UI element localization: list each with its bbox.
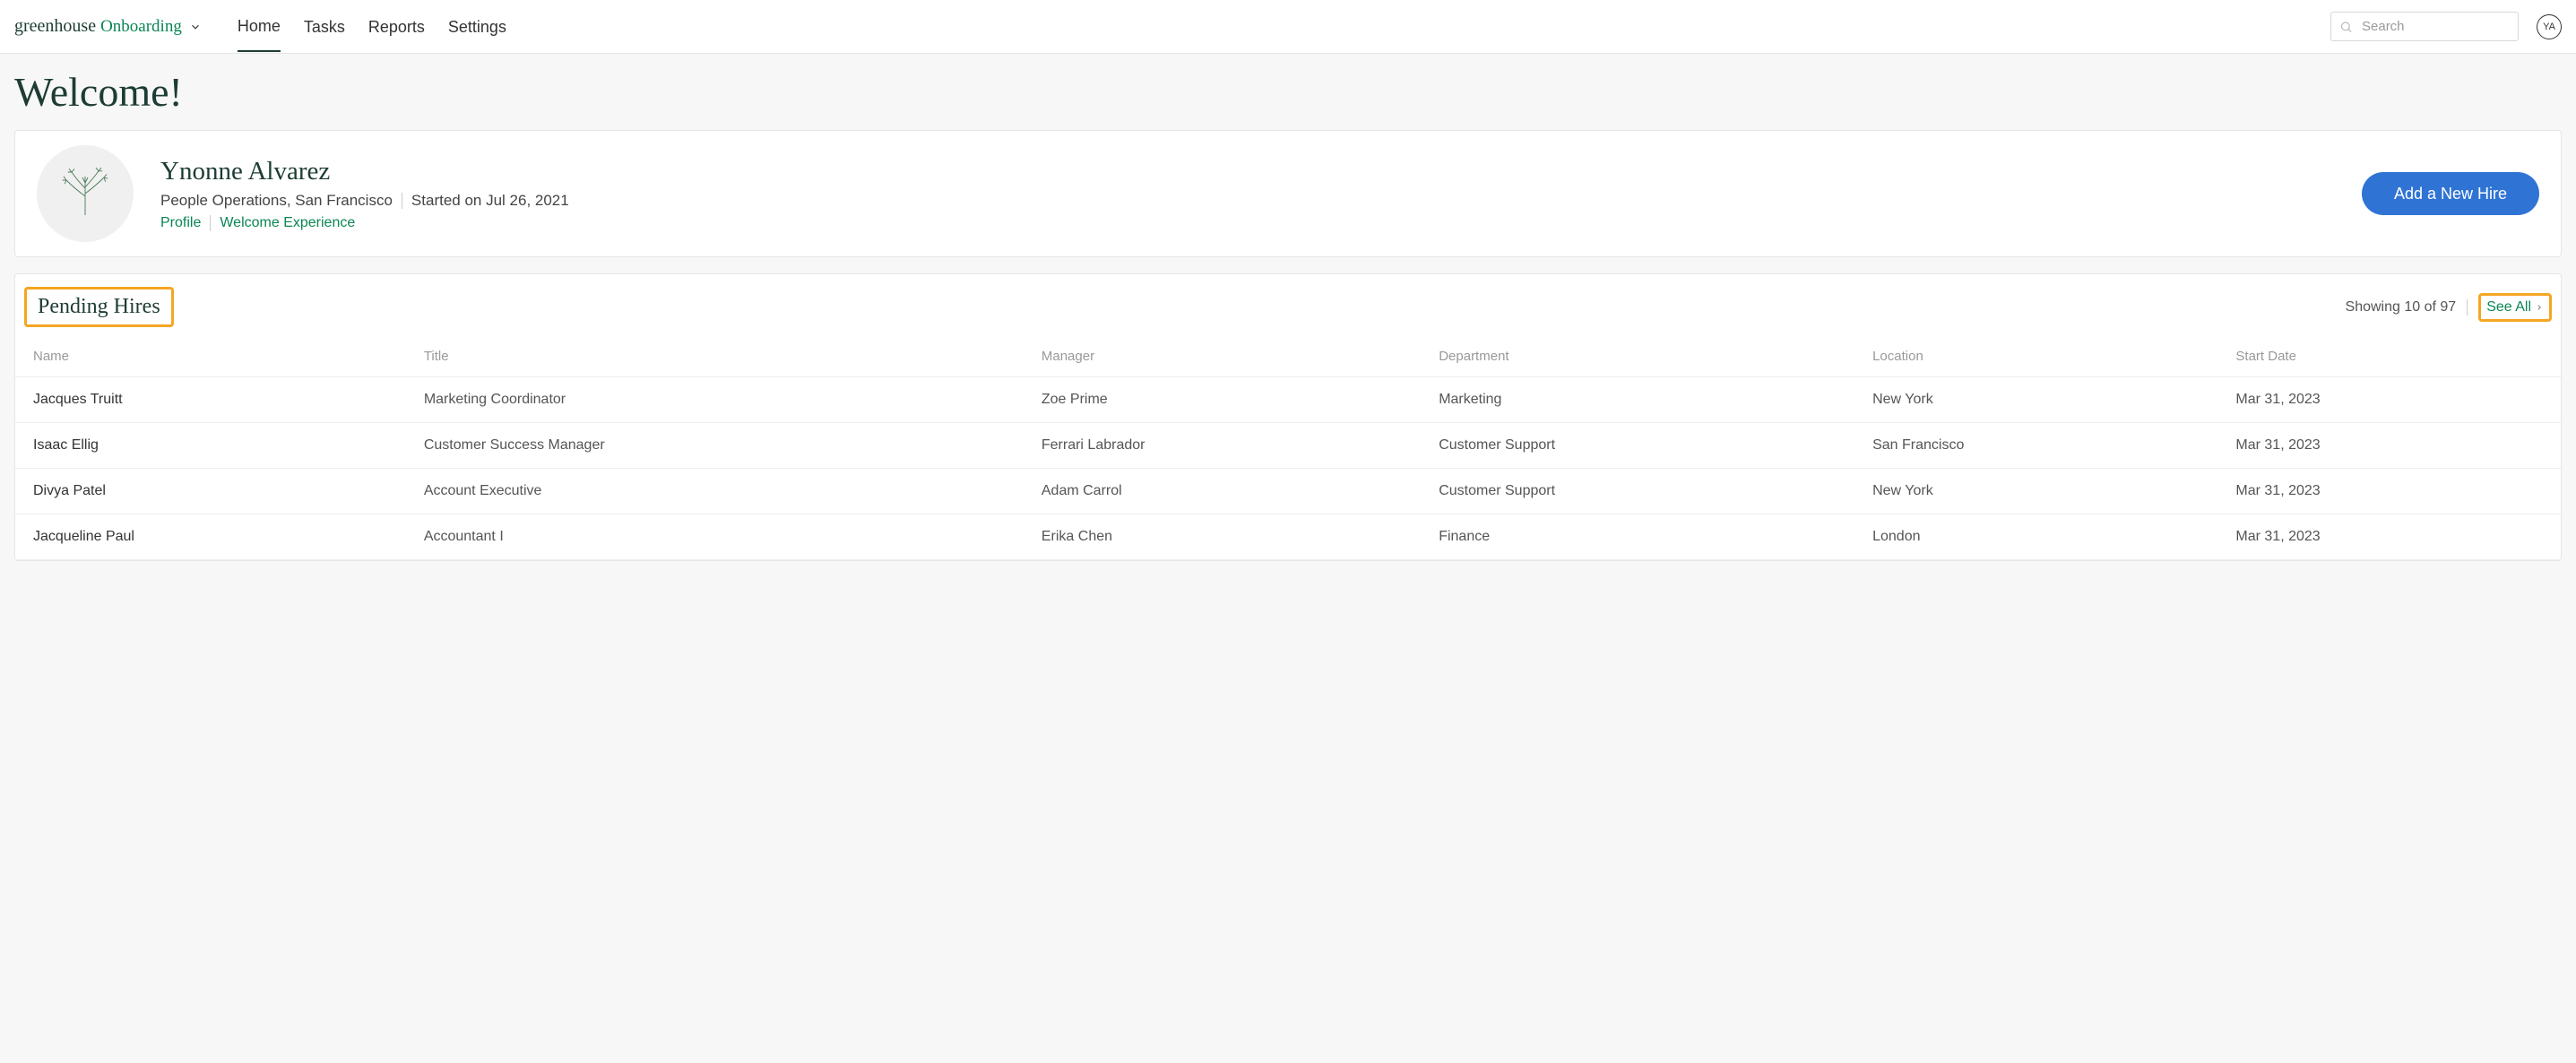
pending-hires-header: Pending Hires Showing 10 of 97 See All xyxy=(15,274,2561,336)
cell-manager: Zoe Prime xyxy=(1024,377,1421,423)
cell-location: New York xyxy=(1854,377,2217,423)
cell-name: Divya Patel xyxy=(15,469,406,514)
pending-hires-table: Name Title Manager Department Location S… xyxy=(15,336,2561,560)
col-department: Department xyxy=(1421,336,1854,377)
cell-start-date: Mar 31, 2023 xyxy=(2217,377,2561,423)
cell-title: Customer Success Manager xyxy=(406,423,1024,469)
cell-name: Isaac Ellig xyxy=(15,423,406,469)
col-start-date: Start Date xyxy=(2217,336,2561,377)
cell-start-date: Mar 31, 2023 xyxy=(2217,469,2561,514)
welcome-experience-link[interactable]: Welcome Experience xyxy=(220,215,355,231)
cell-department: Marketing xyxy=(1421,377,1854,423)
cell-manager: Erika Chen xyxy=(1024,514,1421,560)
table-row[interactable]: Divya PatelAccount ExecutiveAdam CarrolC… xyxy=(15,469,2561,514)
user-meta: People Operations, San Francisco Started… xyxy=(160,192,2335,210)
user-info: Ynonne Alvarez People Operations, San Fr… xyxy=(160,157,2335,231)
user-dept-loc: People Operations, San Francisco xyxy=(160,192,393,210)
table-row[interactable]: Isaac ElligCustomer Success ManagerFerra… xyxy=(15,423,2561,469)
cell-department: Finance xyxy=(1421,514,1854,560)
see-all-label: See All xyxy=(2486,299,2531,315)
cell-department: Customer Support xyxy=(1421,423,1854,469)
cell-manager: Adam Carrol xyxy=(1024,469,1421,514)
divider xyxy=(2467,299,2468,315)
user-links: Profile Welcome Experience xyxy=(160,215,2335,231)
avatar xyxy=(37,145,134,242)
logo-part1: greenhouse xyxy=(14,16,96,36)
cell-location: San Francisco xyxy=(1854,423,2217,469)
user-card: Ynonne Alvarez People Operations, San Fr… xyxy=(14,130,2562,257)
pending-hires-card: Pending Hires Showing 10 of 97 See All N… xyxy=(14,273,2562,561)
cell-manager: Ferrari Labrador xyxy=(1024,423,1421,469)
search-box xyxy=(2330,12,2519,41)
nav-links: Home Tasks Reports Settings xyxy=(238,1,506,52)
cell-title: Account Executive xyxy=(406,469,1024,514)
cell-department: Customer Support xyxy=(1421,469,1854,514)
showing-count: Showing 10 of 97 xyxy=(2346,299,2457,315)
table-row[interactable]: Jacqueline PaulAccountant IErika ChenFin… xyxy=(15,514,2561,560)
page-title: Welcome! xyxy=(14,68,2562,116)
nav-reports[interactable]: Reports xyxy=(368,2,425,51)
cell-location: London xyxy=(1854,514,2217,560)
nav-settings[interactable]: Settings xyxy=(448,2,506,51)
cell-start-date: Mar 31, 2023 xyxy=(2217,514,2561,560)
pending-hires-actions: Showing 10 of 97 See All xyxy=(2346,293,2552,322)
divider xyxy=(210,215,211,231)
cell-location: New York xyxy=(1854,469,2217,514)
pending-hires-title-highlight: Pending Hires xyxy=(24,287,174,327)
table-header-row: Name Title Manager Department Location S… xyxy=(15,336,2561,377)
cell-title: Accountant I xyxy=(406,514,1024,560)
profile-link[interactable]: Profile xyxy=(160,215,201,231)
chevron-down-icon xyxy=(189,21,202,33)
table-row[interactable]: Jacques TruittMarketing CoordinatorZoe P… xyxy=(15,377,2561,423)
col-manager: Manager xyxy=(1024,336,1421,377)
top-nav: greenhouse Onboarding Home Tasks Reports… xyxy=(0,0,2576,54)
cell-name: Jacques Truitt xyxy=(15,377,406,423)
cell-name: Jacqueline Paul xyxy=(15,514,406,560)
cell-title: Marketing Coordinator xyxy=(406,377,1024,423)
search-icon xyxy=(2339,20,2353,33)
pending-hires-title: Pending Hires xyxy=(38,295,160,319)
product-switcher[interactable]: greenhouse Onboarding xyxy=(14,16,202,37)
cell-start-date: Mar 31, 2023 xyxy=(2217,423,2561,469)
see-all-link[interactable]: See All xyxy=(2478,293,2552,322)
col-location: Location xyxy=(1854,336,2217,377)
user-started: Started on Jul 26, 2021 xyxy=(411,192,569,210)
nav-home[interactable]: Home xyxy=(238,1,281,52)
plant-icon xyxy=(58,167,112,220)
nav-tasks[interactable]: Tasks xyxy=(304,2,345,51)
col-name: Name xyxy=(15,336,406,377)
search-input[interactable] xyxy=(2330,12,2519,41)
logo: greenhouse Onboarding xyxy=(14,16,182,37)
add-new-hire-button[interactable]: Add a New Hire xyxy=(2362,172,2539,215)
chevron-right-icon xyxy=(2535,302,2544,313)
col-title: Title xyxy=(406,336,1024,377)
user-avatar-badge[interactable]: YA xyxy=(2537,14,2562,39)
user-name: Ynonne Alvarez xyxy=(160,157,2335,186)
logo-part2: Onboarding xyxy=(100,17,182,36)
